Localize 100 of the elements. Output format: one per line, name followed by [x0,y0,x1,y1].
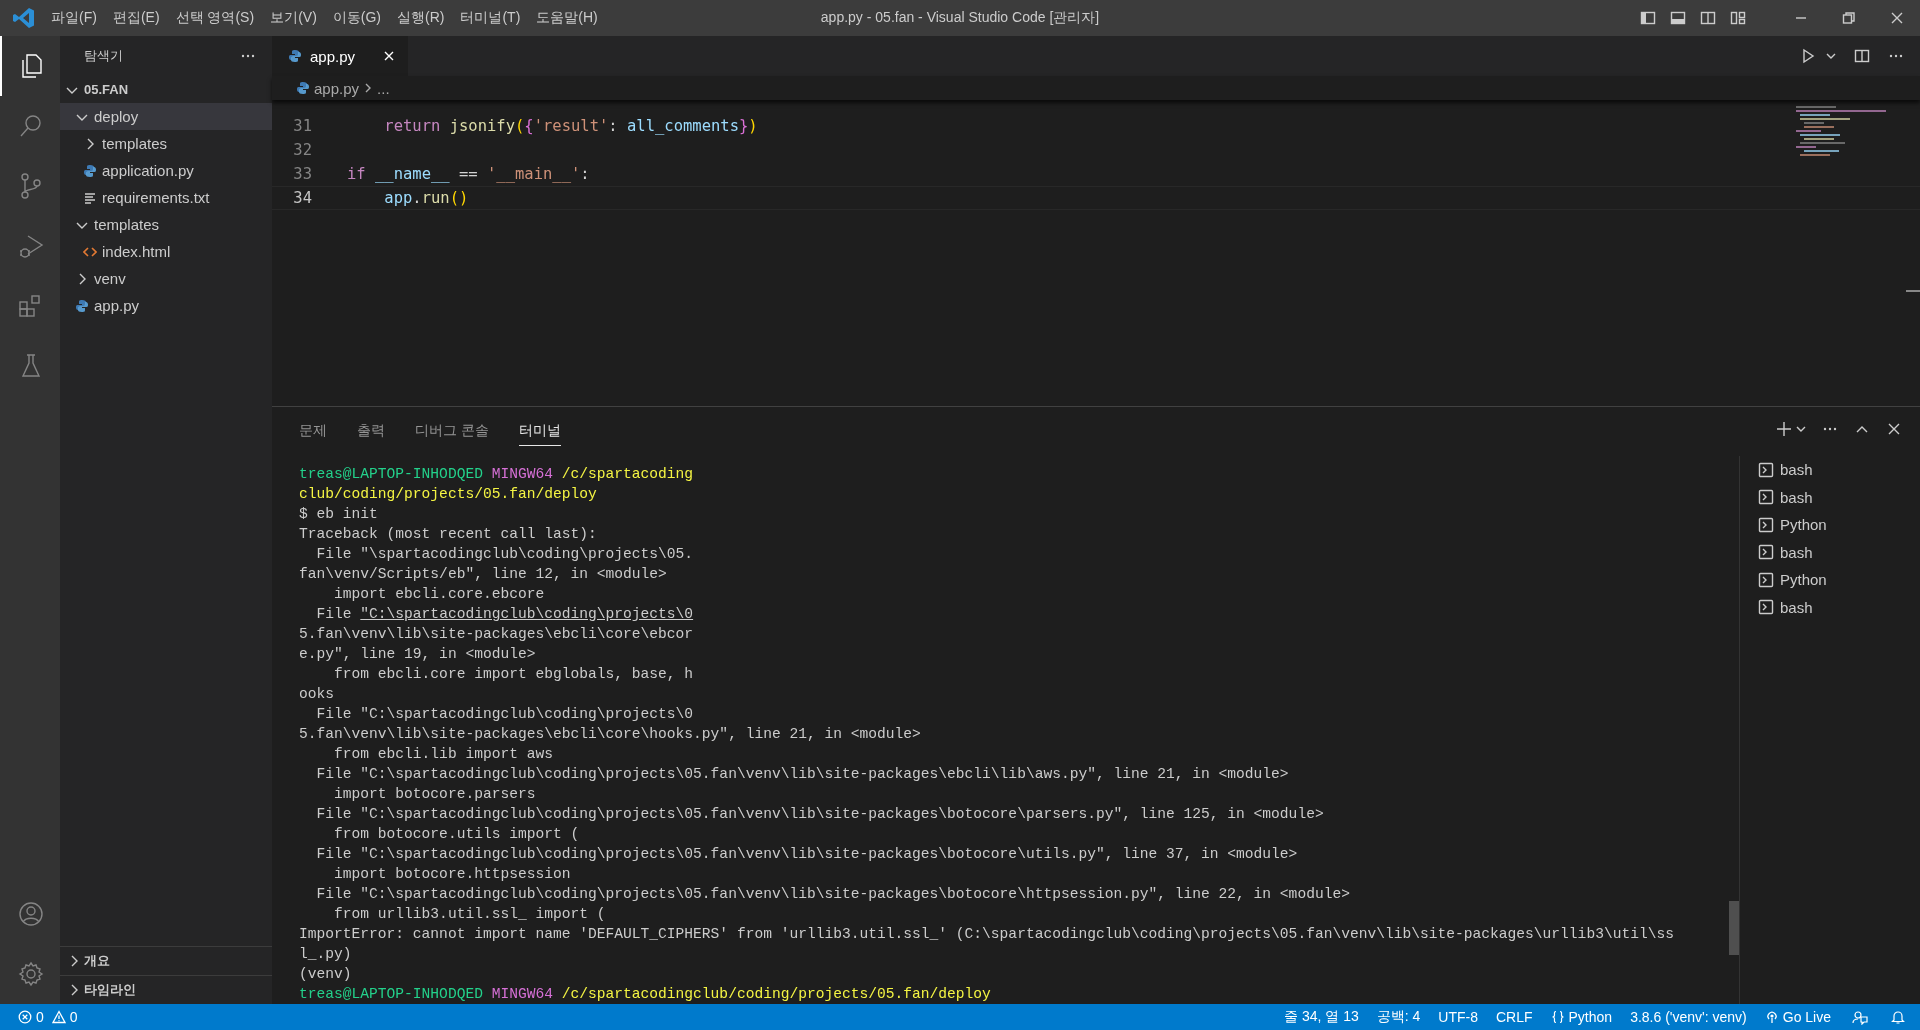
status-item[interactable]: CRLF [1486,1009,1542,1025]
feedback-icon[interactable] [1852,1009,1868,1025]
terminal-line: 5.fan\venv\lib\site-packages\ebcli\core\ebcor [299,625,695,644]
terminal-list-item[interactable]: bash [1752,593,1819,621]
tree-item[interactable]: index.html [60,238,272,265]
code-brackets-icon [83,244,97,259]
terminal-list-item[interactable]: bash [1752,483,1819,511]
close-icon[interactable] [1886,421,1902,437]
interpreter-indicator[interactable]: 3.8.6 ('venv': venv) [1621,1009,1756,1025]
line-number: 33 [292,165,313,183]
terminal-icon [1758,544,1774,561]
run-icon[interactable] [1800,48,1816,64]
panel-tab[interactable]: 디버그 콘솔 [415,416,489,446]
terminal-list-item[interactable]: Python [1752,511,1833,539]
python-icon [296,81,310,95]
terminal-line: Traceback (most recent call last): [299,525,598,544]
terminal-list-item[interactable]: bash [1752,456,1819,484]
code-line: app.run() [383,189,469,207]
panel-tab[interactable]: 문제 [299,416,327,446]
terminal-line: File "C:\spartacodingclub\coding\projects\0 [315,705,695,724]
braces-icon [1550,1010,1565,1024]
problems-indicator[interactable]: 0 0 [18,1009,78,1025]
line-number: 31 [292,117,313,135]
terminal-line: from urllib3.util.ssl_ import ( [333,905,607,924]
terminal-line: 5.fan\venv\lib\site-packages\ebcli\core\hooks.py", line 21, in <module> [299,725,922,744]
terminal-list-item[interactable]: Python [1752,566,1833,594]
tree-item[interactable]: app.py [60,292,272,319]
terminal-line: $ eb init [299,505,379,524]
split-editor-icon[interactable] [1854,48,1870,64]
terminal-line: File "C:\spartacodingclub\coding\projects\0 [315,605,695,624]
layout-icon[interactable] [1730,10,1746,26]
python-icon [75,298,89,313]
account-icon[interactable] [17,900,45,928]
editor-tab[interactable]: app.py [272,36,408,76]
status-item[interactable]: UTF-8 [1429,1009,1487,1025]
python-icon [288,49,302,63]
error-icon [18,1010,32,1024]
terminal-icon [1758,571,1774,588]
text-file-icon [83,190,97,205]
tree-item[interactable]: requirements.txt [60,184,272,211]
terminal-icon [1758,599,1774,616]
settings-icon[interactable] [17,960,45,988]
terminal-line: import botocore.httpsession [333,865,572,884]
scrollbar-thumb[interactable] [1729,901,1739,955]
panel-toggle-icon[interactable] [1670,10,1686,26]
folder-name: 05.FAN [84,82,129,97]
terminal-line: e.py", line 19, in <module> [299,645,537,664]
tree-item[interactable]: venv [60,265,272,292]
language-indicator[interactable]: Python [1541,1009,1622,1025]
terminal-line: club/coding/projects/05.fan/deploy [299,485,598,504]
folder-header[interactable]: 05.FAN [60,76,272,103]
split-layout-icon[interactable] [1700,10,1716,26]
panel-tab[interactable]: 터미널 [518,416,561,446]
terminal-line: ImportError: cannot import name 'DEFAULT_CIPHERS' from 'urllib3.util.ssl_' (C:\spartacodingclub\coding\projects\05.fan\venv\lib\site-packages\urllib3\util\ss [299,925,1675,944]
terminal-line: from ebcli.core import ebglobals, base, h [333,665,695,684]
close-icon[interactable] [382,49,396,63]
tree-item[interactable]: templates [60,211,272,238]
scrollbar-thumb[interactable] [1906,290,1920,292]
menu-item[interactable]: 실행(R) [390,5,452,31]
terminal-line: File "\spartacodingclub\coding\projects\05. [315,545,695,564]
terminal-line: from botocore.utils import ( [333,825,581,844]
terminal-icon [1758,489,1774,506]
line-number: 32 [292,141,313,159]
breadcrumb-item[interactable]: ... [377,79,390,97]
menu-item[interactable]: 이동(G) [325,5,388,31]
terminal-line: from ebcli.lib import aws [333,745,554,764]
sidebar-toggle-icon[interactable] [1640,10,1656,26]
tree-item[interactable]: deploy [60,103,272,130]
terminal-line: fan\venv/Scripts/eb", line 12, in <module> [299,565,668,584]
menu-item[interactable]: 보기(V) [263,5,324,31]
terminal-line: File "C:\spartacodingclub\coding\projects\05.fan\venv\lib\site-packages\botocore\parsers.py", line 125, in <module> [315,805,1325,824]
window-title: app.py - 05.fan - Visual Studio Code [관리자] [820,9,1100,25]
terminal-line: File "C:\spartacodingclub\coding\projects\05.fan\venv\lib\site-packages\ebcli\lib\aws.py", line 21, in <module> [315,765,1290,784]
terminal-line: treas@LAPTOP-INHODQED MINGW64 /c/spartacoding [299,465,695,484]
breadcrumb-item[interactable]: app.py [314,79,360,97]
bell-icon[interactable] [1890,1009,1906,1025]
menu-item[interactable]: 파일(F) [44,5,104,31]
python-icon [83,163,97,178]
menu-item[interactable]: 터미널(T) [453,5,528,31]
menu-item[interactable]: 선택 영역(S) [168,5,262,31]
line-number: 34 [292,189,313,207]
close-icon[interactable] [1890,11,1904,25]
menu-item[interactable]: 도움말(H) [529,5,605,31]
status-item[interactable]: 줄 34, 열 13 [1275,1008,1368,1026]
run-debug-icon[interactable] [17,232,45,260]
terminal-icon [1758,461,1774,478]
terminal-list-item[interactable]: bash [1752,538,1819,566]
terminal-line: File "C:\spartacodingclub\coding\projects\05.fan\venv\lib\site-packages\botocore\utils.py", line 37, in <module> [315,845,1299,864]
terminal-line: treas@LAPTOP-INHODQED MINGW64 /c/spartacodingclub/coding/projects/05.fan/deploy [299,985,992,1004]
restore-icon[interactable] [1842,11,1856,25]
terminal-line: ooks [299,685,336,704]
panel-tab[interactable]: 출력 [357,416,385,446]
tree-item[interactable]: application.py [60,157,272,184]
tree-item[interactable]: templates [60,130,272,157]
menu-item[interactable]: 편집(E) [105,5,167,31]
vscode-logo-icon [12,6,36,30]
go-live-button[interactable]: Go Live [1755,1009,1840,1025]
status-item[interactable]: 공백: 4 [1367,1008,1430,1026]
terminal-line: import ebcli.core.ebcore [333,585,546,604]
plus-icon[interactable] [1776,421,1792,437]
